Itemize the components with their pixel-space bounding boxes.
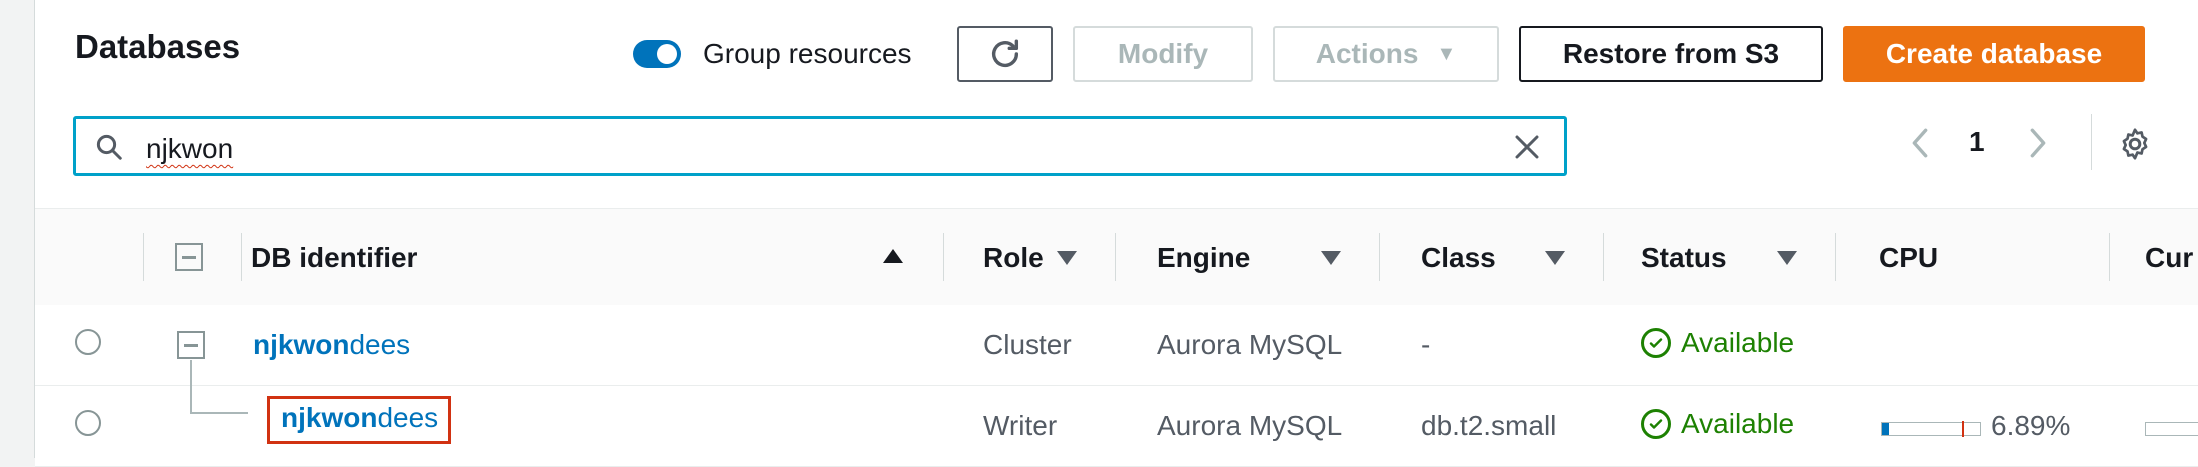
status-cell: Available (1641, 327, 1794, 359)
collapse-icon[interactable] (177, 331, 205, 359)
caret-down-icon: ▼ (1436, 42, 1457, 65)
column-header-role[interactable]: Role (983, 242, 1044, 274)
restore-from-s3-button[interactable]: Restore from S3 (1519, 26, 1823, 82)
db-identifier-suffix: dees (349, 329, 411, 360)
page-title: Databases (75, 28, 241, 65)
group-resources-toggle[interactable]: Group resources (633, 38, 912, 70)
class-cell: - (1421, 329, 1431, 360)
actions-button[interactable]: Actions ▼ (1273, 26, 1499, 82)
column-header-cpu[interactable]: CPU (1879, 242, 1938, 274)
row-select-radio[interactable] (75, 410, 101, 436)
table-row[interactable]: njkwondees Cluster Aurora MySQL - Availa… (35, 305, 2198, 386)
filter-caret-icon[interactable] (1321, 251, 1341, 265)
chevron-right-icon[interactable] (2025, 126, 2051, 160)
column-header-engine[interactable]: Engine (1157, 242, 1250, 274)
class-cell: db.t2.small (1421, 410, 1557, 441)
group-resources-label: Group resources (703, 38, 912, 69)
current-activity-bar (2145, 422, 2198, 436)
column-divider (2109, 233, 2110, 281)
status-text: Available (1681, 327, 1795, 358)
tree-connector-horizontal (190, 412, 248, 414)
cpu-value: 6.89% (1991, 410, 2071, 441)
filter-caret-icon[interactable] (1057, 251, 1077, 265)
collapse-bar (182, 255, 196, 259)
status-text: Available (1681, 408, 1795, 439)
filter-caret-icon[interactable] (1777, 251, 1797, 265)
column-divider (1835, 233, 1836, 281)
actions-button-label: Actions (1315, 38, 1419, 69)
engine-cell: Aurora MySQL (1157, 329, 1343, 360)
cpu-usage-fill (1882, 423, 1889, 435)
status-available-icon (1641, 328, 1671, 358)
search-icon (96, 134, 122, 160)
status-cell: Available (1641, 408, 1794, 440)
role-cell: Cluster (983, 329, 1072, 360)
search-value: njkwon (146, 133, 234, 164)
checkmark-icon (1649, 338, 1663, 348)
column-divider (241, 233, 242, 281)
checkmark-icon (1649, 419, 1663, 429)
collapse-all-icon[interactable] (175, 243, 203, 271)
toggle-knob (657, 44, 677, 64)
refresh-button[interactable] (957, 26, 1053, 82)
db-identifier-prefix: njkwon (281, 402, 378, 433)
clear-icon[interactable] (1512, 132, 1542, 162)
filter-caret-icon[interactable] (1545, 251, 1565, 265)
column-divider (1115, 233, 1116, 281)
modify-button-label: Modify (1117, 38, 1209, 69)
status-available-icon (1641, 409, 1671, 439)
create-database-button[interactable]: Create database (1843, 26, 2145, 82)
column-header-db-identifier[interactable]: DB identifier (251, 242, 417, 274)
create-button-label: Create database (1885, 38, 2103, 69)
db-identifier-link[interactable]: njkwondees (253, 329, 410, 361)
column-header-current[interactable]: Cur (2145, 242, 2193, 274)
column-divider (1603, 233, 1604, 281)
role-cell: Writer (983, 410, 1058, 441)
refresh-icon (991, 39, 1019, 67)
chevron-left-icon[interactable] (1907, 126, 1933, 160)
table-header: DB identifier Role Engine Class Status C… (35, 208, 2198, 306)
column-divider (143, 233, 144, 281)
column-divider (943, 233, 944, 281)
modify-button[interactable]: Modify (1073, 26, 1253, 82)
collapse-bar (184, 343, 198, 347)
cpu-threshold-mark (1962, 421, 1964, 437)
row-select-radio[interactable] (75, 329, 101, 355)
restore-button-label: Restore from S3 (1562, 38, 1780, 69)
engine-cell: Aurora MySQL (1157, 410, 1343, 441)
cpu-usage-bar (1881, 421, 1981, 437)
toggle-switch[interactable] (633, 40, 681, 68)
settings-gear-icon[interactable] (2117, 126, 2153, 162)
db-identifier-suffix: dees (377, 402, 439, 433)
column-header-status[interactable]: Status (1641, 242, 1727, 274)
sort-ascending-icon[interactable] (883, 249, 903, 263)
table-row[interactable]: njkwondees Writer Aurora MySQL db.t2.sma… (35, 360, 2198, 467)
databases-panel: Databases Group resources Modify Actions… (34, 0, 2198, 467)
column-divider (1379, 233, 1380, 281)
search-input[interactable]: njkwon (73, 116, 1567, 176)
column-header-class[interactable]: Class (1421, 242, 1496, 274)
pager-divider (2091, 114, 2092, 170)
db-identifier-link[interactable]: njkwondees (281, 402, 438, 434)
db-identifier-prefix: njkwon (253, 329, 350, 360)
tree-connector-vertical (190, 360, 192, 412)
current-page-number[interactable]: 1 (1969, 126, 1985, 158)
